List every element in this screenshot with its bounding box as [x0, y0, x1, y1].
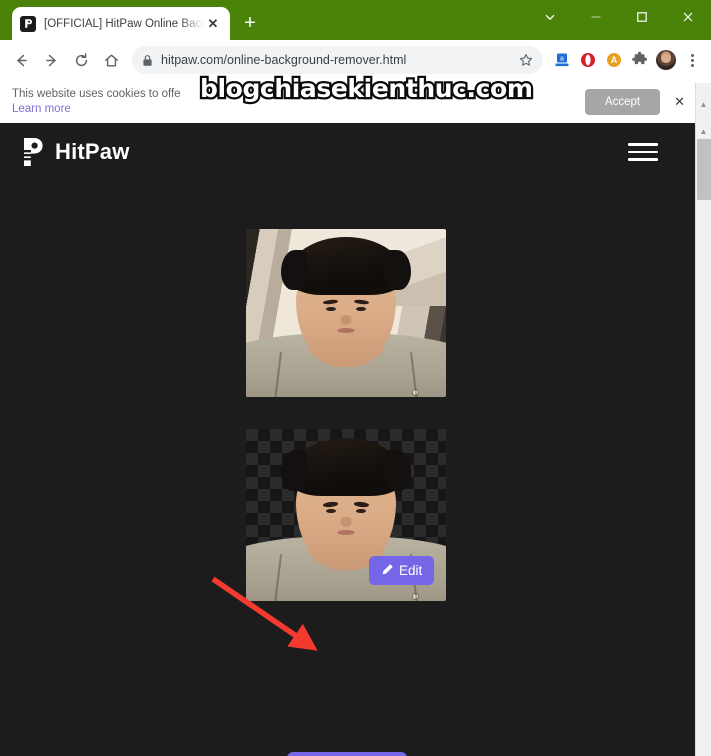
original-image[interactable] [246, 229, 446, 397]
opera-vpn-icon[interactable] [575, 47, 601, 73]
site-header: HitPaw [0, 123, 678, 181]
tab-close-icon[interactable]: ✕ [204, 15, 222, 33]
extensions-puzzle-icon[interactable] [627, 47, 653, 73]
page-scrollbar[interactable]: ▲ ▼ [695, 123, 711, 756]
scrollbar-thumb[interactable] [697, 139, 711, 200]
cookie-close-icon[interactable]: ✕ [674, 94, 685, 110]
scrollbar-up-arrow-top[interactable]: ▲ [695, 83, 711, 126]
cookie-text-group: This website uses cookies to offe Learn … [12, 88, 181, 116]
url-text: hitpaw.com/online-background-remover.htm… [161, 53, 407, 67]
browser-titlebar: [OFFICIAL] HitPaw Online Backgr ✕ + [0, 0, 711, 40]
hitpaw-logo[interactable]: HitPaw [20, 136, 130, 168]
edit-button-label: Edit [399, 563, 423, 578]
browser-window: [OFFICIAL] HitPaw Online Backgr ✕ + hitp… [0, 0, 711, 756]
maximize-button[interactable] [619, 0, 665, 34]
cookie-learn-more-link[interactable]: Learn more [12, 103, 181, 116]
page-viewport: HitPaw Edit ▲ [0, 123, 711, 756]
cookie-accept-button[interactable]: Accept [584, 88, 661, 115]
tab-title: [OFFICIAL] HitPaw Online Backgr [44, 17, 204, 30]
svg-text:a: a [560, 56, 564, 63]
chrome-menu-kebab[interactable] [679, 47, 705, 73]
lock-icon [142, 54, 153, 67]
cookie-message: This website uses cookies to offe [12, 87, 181, 100]
hitpaw-paw-icon [24, 138, 43, 166]
tab-search-icon[interactable] [527, 0, 573, 34]
pencil-icon [381, 563, 394, 579]
browser-tab[interactable]: [OFFICIAL] HitPaw Online Backgr ✕ [12, 7, 230, 40]
hitpaw-page: HitPaw Edit [0, 123, 678, 756]
edit-button[interactable]: Edit [369, 556, 435, 585]
cookie-actions: Accept ✕ [584, 80, 685, 123]
reload-icon[interactable] [66, 45, 96, 75]
download-button[interactable]: Download [287, 752, 407, 756]
home-icon[interactable] [96, 45, 126, 75]
extension-icons: a A [549, 47, 705, 73]
minimize-button[interactable] [573, 0, 619, 34]
address-bar[interactable]: hitpaw.com/online-background-remover.htm… [132, 46, 543, 74]
profile-avatar[interactable] [653, 47, 679, 73]
original-portrait [246, 229, 446, 397]
site-watermark: blogchiasekienthuc.com [198, 74, 535, 104]
adblock-icon[interactable]: A [601, 47, 627, 73]
hamburger-menu[interactable] [628, 143, 658, 161]
forward-icon[interactable] [36, 45, 66, 75]
close-window-button[interactable] [665, 0, 711, 34]
scrollbar-up-arrow[interactable]: ▲ [696, 123, 711, 139]
amazon-assistant-icon[interactable]: a [549, 47, 575, 73]
avatar [656, 50, 676, 70]
logo-text: HitPaw [55, 139, 130, 164]
new-tab-button[interactable]: + [236, 9, 264, 37]
hitpaw-favicon [20, 15, 36, 32]
bookmark-star-icon[interactable] [519, 53, 533, 67]
back-icon[interactable] [6, 45, 36, 75]
window-controls [527, 0, 711, 34]
svg-text:A: A [611, 55, 618, 65]
